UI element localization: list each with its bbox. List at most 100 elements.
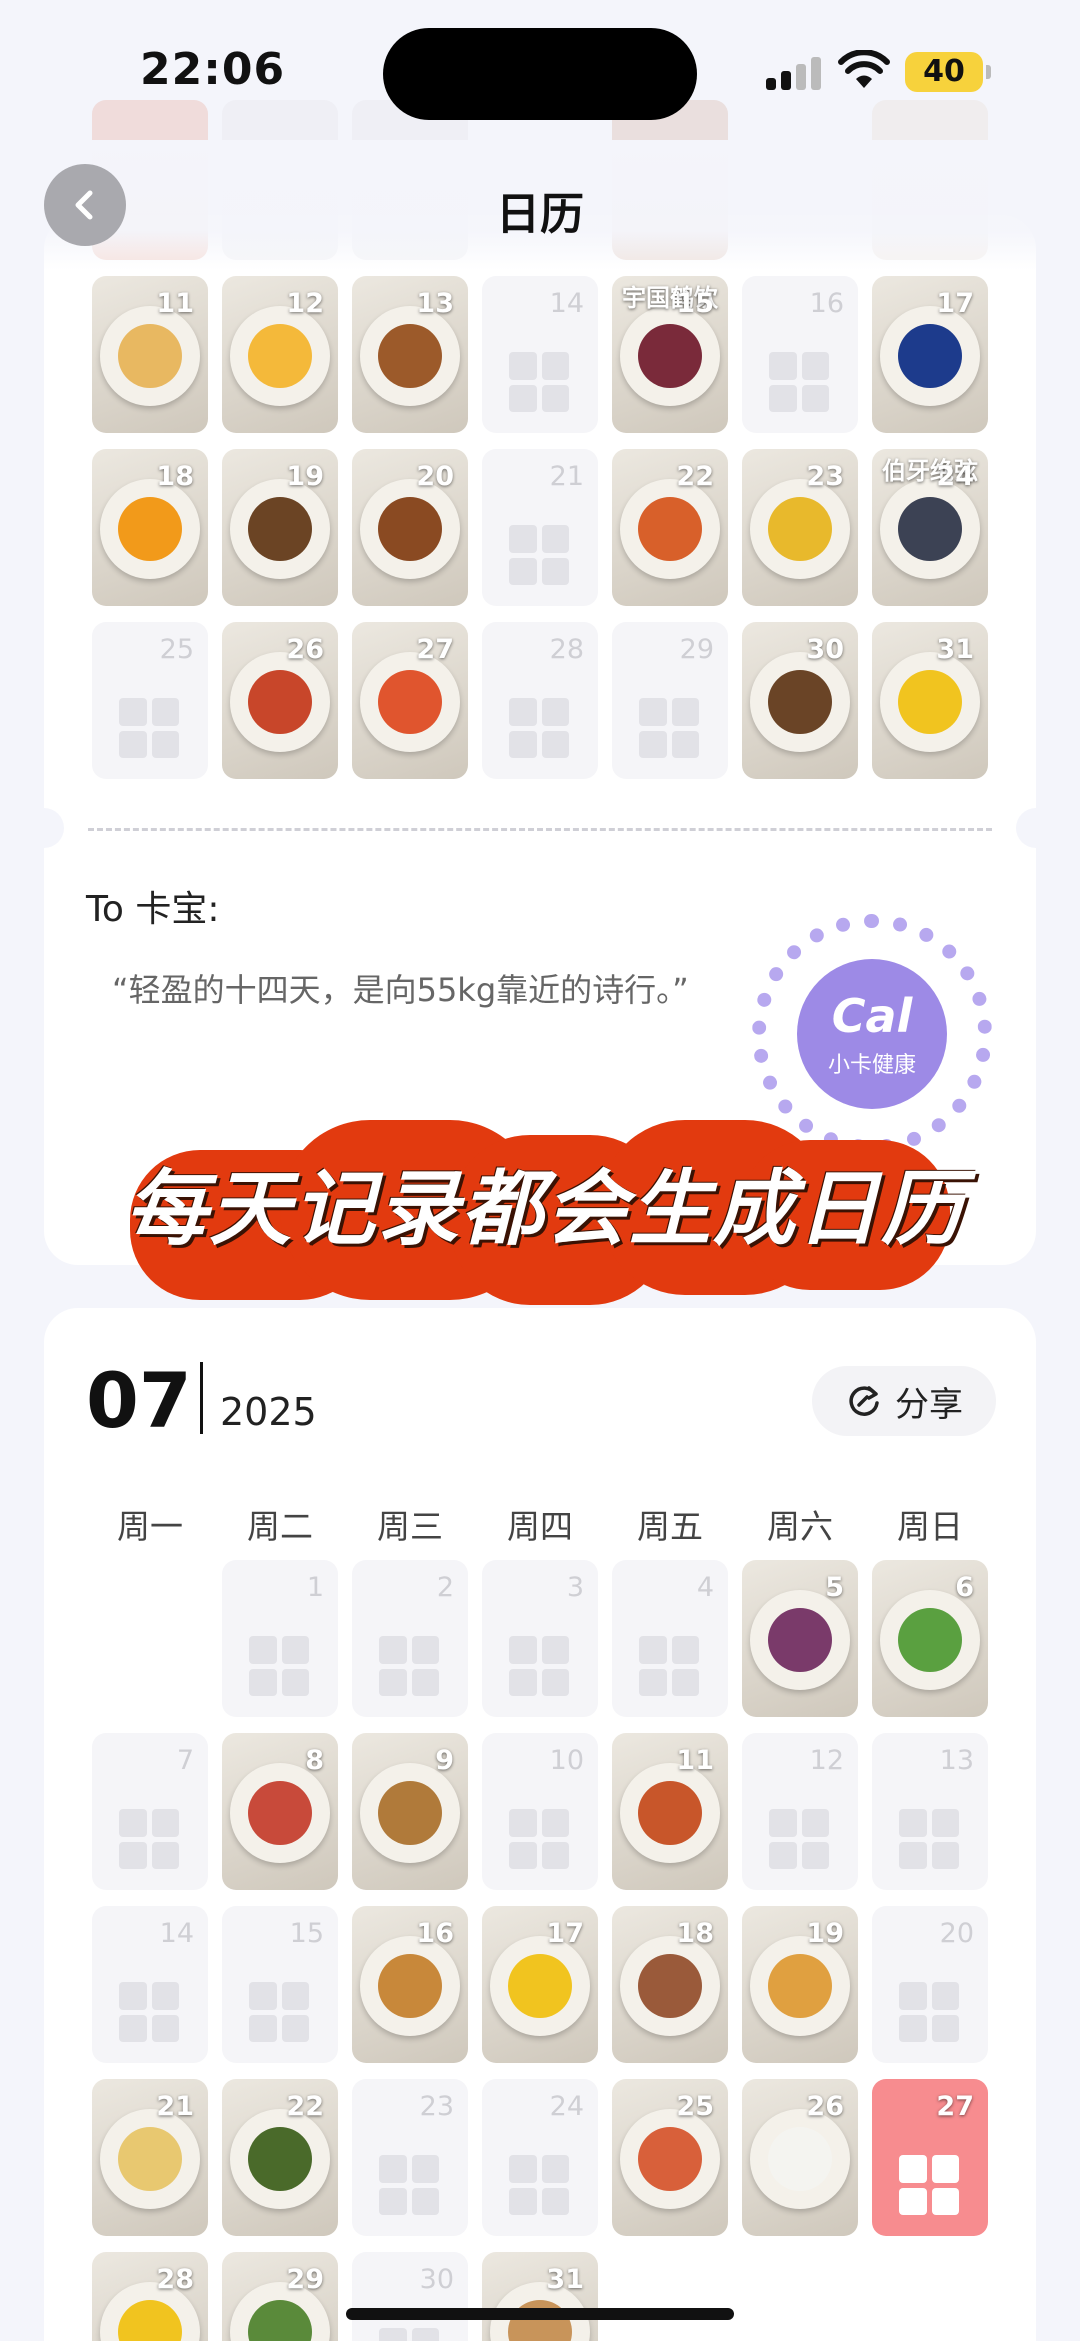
day-number: 13 bbox=[416, 288, 454, 319]
seal-logo-text: Cal bbox=[831, 989, 913, 1043]
meal-photo bbox=[620, 2109, 720, 2209]
message-quote: “轻盈的十四天，是向55kg靠近的诗行。” bbox=[112, 971, 689, 1009]
calendar-day[interactable]: 20 bbox=[352, 449, 468, 606]
calendar-day[interactable]: 7 bbox=[92, 1733, 208, 1890]
day-number: 30 bbox=[806, 634, 844, 665]
calendar-day[interactable]: 20 bbox=[872, 1906, 988, 2063]
calendar-day[interactable]: 29 bbox=[222, 2252, 338, 2341]
calendar-day[interactable]: 14 bbox=[482, 276, 598, 433]
calendar-day[interactable]: 5 bbox=[742, 1560, 858, 1717]
meal-photo bbox=[620, 1763, 720, 1863]
ticket-notch-right bbox=[1016, 808, 1056, 848]
day-number: 24 bbox=[936, 461, 974, 492]
meal-photo bbox=[360, 479, 460, 579]
day-number: 14 bbox=[549, 288, 584, 319]
calendar-day[interactable]: 17 bbox=[482, 1906, 598, 2063]
promo-banner: 每天记录都会生成日历 bbox=[120, 1080, 970, 1320]
calendar-day[interactable]: 16 bbox=[742, 276, 858, 433]
calendar-day[interactable]: 19 bbox=[222, 449, 338, 606]
day-number: 15 bbox=[676, 288, 714, 319]
day-number: 17 bbox=[546, 1918, 584, 1949]
month-number: 07 bbox=[86, 1356, 192, 1445]
day-number: 27 bbox=[416, 634, 454, 665]
day-number: 19 bbox=[806, 1918, 844, 1949]
calendar-day[interactable]: 18 bbox=[612, 1906, 728, 2063]
calendar-day[interactable]: 21 bbox=[482, 449, 598, 606]
calendar-day[interactable]: 13 bbox=[352, 276, 468, 433]
calendar-day[interactable]: 4 bbox=[612, 1560, 728, 1717]
day-number: 5 bbox=[825, 1572, 844, 1603]
share-button[interactable]: 分享 bbox=[812, 1366, 996, 1436]
calendar-day[interactable]: 24 bbox=[482, 2079, 598, 2236]
calendar-day[interactable]: 12 bbox=[222, 276, 338, 433]
day-number: 28 bbox=[156, 2264, 194, 2295]
day-number: 8 bbox=[305, 1745, 324, 1776]
calendar-day[interactable]: 8 bbox=[222, 1733, 338, 1890]
calendar-day[interactable]: 11 bbox=[612, 1733, 728, 1890]
calendar-day[interactable]: 3 bbox=[482, 1560, 598, 1717]
calendar-day[interactable]: 18 bbox=[92, 449, 208, 606]
calendar-day[interactable]: 30 bbox=[352, 2252, 468, 2341]
calendar-day[interactable]: 13 bbox=[872, 1733, 988, 1890]
day-number: 31 bbox=[546, 2264, 584, 2295]
calendar-day[interactable]: 21 bbox=[92, 2079, 208, 2236]
meal-photo bbox=[360, 652, 460, 752]
meal-photo bbox=[230, 306, 330, 406]
meal-photo bbox=[230, 1763, 330, 1863]
calendar-day[interactable]: 15 bbox=[222, 1906, 338, 2063]
calendar-day[interactable]: 10 bbox=[482, 1733, 598, 1890]
day-number: 13 bbox=[939, 1745, 974, 1776]
calendar-day[interactable]: 17 bbox=[872, 276, 988, 433]
weekday-mon: 周一 bbox=[117, 1507, 183, 1546]
meal-photo bbox=[100, 479, 200, 579]
meal-photo bbox=[620, 479, 720, 579]
year-label: 2025 bbox=[220, 1390, 317, 1434]
calendar-day[interactable]: 28 bbox=[92, 2252, 208, 2341]
calendar-day[interactable]: 26 bbox=[222, 622, 338, 779]
empty-grid-icon bbox=[509, 352, 569, 412]
calendar-day[interactable]: 25 bbox=[612, 2079, 728, 2236]
calendar-day[interactable]: 2 bbox=[352, 1560, 468, 1717]
calendar-day[interactable]: 26 bbox=[742, 2079, 858, 2236]
day-number: 10 bbox=[549, 1745, 584, 1776]
day-number: 29 bbox=[286, 2264, 324, 2295]
day-number: 20 bbox=[416, 461, 454, 492]
ticket-notch-left bbox=[24, 808, 64, 848]
calendar-day[interactable]: 9 bbox=[352, 1733, 468, 1890]
day-number: 6 bbox=[955, 1572, 974, 1603]
calendar-day-today[interactable]: 27 bbox=[872, 2079, 988, 2236]
calendar-day[interactable]: 22 bbox=[612, 449, 728, 606]
calendar-day[interactable]: 19 bbox=[742, 1906, 858, 2063]
calendar-day[interactable]: 14 bbox=[92, 1906, 208, 2063]
calendar-day[interactable]: 30 bbox=[742, 622, 858, 779]
day-number: 24 bbox=[549, 2091, 584, 2122]
calendar-day[interactable]: 27 bbox=[352, 622, 468, 779]
calendar-day[interactable]: 6 bbox=[872, 1560, 988, 1717]
dashed-divider bbox=[88, 828, 992, 831]
empty-grid-icon bbox=[639, 698, 699, 758]
calendar-day[interactable]: 31 bbox=[872, 622, 988, 779]
calendar-day[interactable]: 11 bbox=[92, 276, 208, 433]
calendar-day[interactable]: 伯牙绝弦 24 bbox=[872, 449, 988, 606]
calendar-day[interactable]: 22 bbox=[222, 2079, 338, 2236]
status-bar: 22:06 40 bbox=[0, 0, 1080, 140]
empty-grid-icon bbox=[639, 1636, 699, 1696]
calendar-day[interactable]: 29 bbox=[612, 622, 728, 779]
calendar-day[interactable]: 1 bbox=[222, 1560, 338, 1717]
day-number: 26 bbox=[286, 634, 324, 665]
empty-grid-icon bbox=[509, 1636, 569, 1696]
calendar-day[interactable]: 25 bbox=[92, 622, 208, 779]
empty-grid-icon bbox=[509, 525, 569, 585]
calendar-day[interactable]: 28 bbox=[482, 622, 598, 779]
meal-photo bbox=[750, 479, 850, 579]
calendar-day[interactable]: 宇国鹤饮 15 bbox=[612, 276, 728, 433]
calendar-day[interactable]: 31 bbox=[482, 2252, 598, 2341]
day-number: 27 bbox=[936, 2091, 974, 2122]
calendar-day[interactable]: 16 bbox=[352, 1906, 468, 2063]
empty-grid-icon bbox=[379, 1636, 439, 1696]
calendar-day[interactable]: 23 bbox=[742, 449, 858, 606]
day-number: 30 bbox=[419, 2264, 454, 2295]
calendar-day[interactable]: 12 bbox=[742, 1733, 858, 1890]
day-number: 16 bbox=[809, 288, 844, 319]
calendar-day[interactable]: 23 bbox=[352, 2079, 468, 2236]
